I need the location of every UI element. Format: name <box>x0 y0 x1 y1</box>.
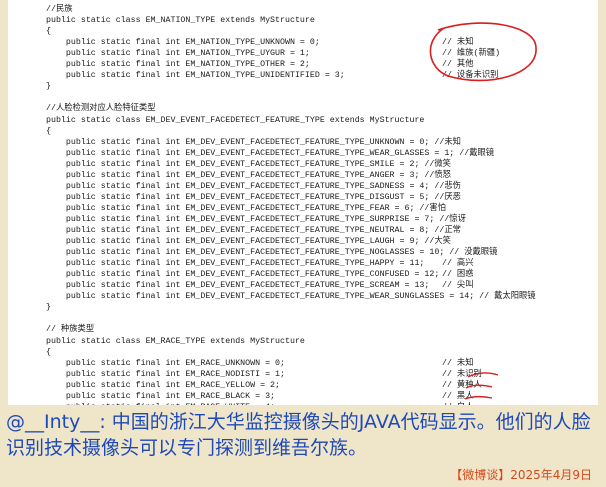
underline-yellow-mark <box>467 372 499 378</box>
source-date: 【微博谈】2025年4月9日 <box>450 468 592 482</box>
code-screenshot: //民族 public static class EM_NATION_TYPE e… <box>8 0 598 405</box>
underline-white-mark <box>464 395 493 400</box>
caption-band: @__Inty__: 中国的浙江大华监控摄像头的JAVA代码显示。他们的人脸识别… <box>0 405 606 467</box>
underline-black-mark <box>465 384 493 389</box>
caption-text: @__Inty__: 中国的浙江大华监控摄像头的JAVA代码显示。他们的人脸识别… <box>6 411 591 459</box>
handwritten-annotations <box>429 22 537 400</box>
red-circle-mark <box>429 22 537 82</box>
